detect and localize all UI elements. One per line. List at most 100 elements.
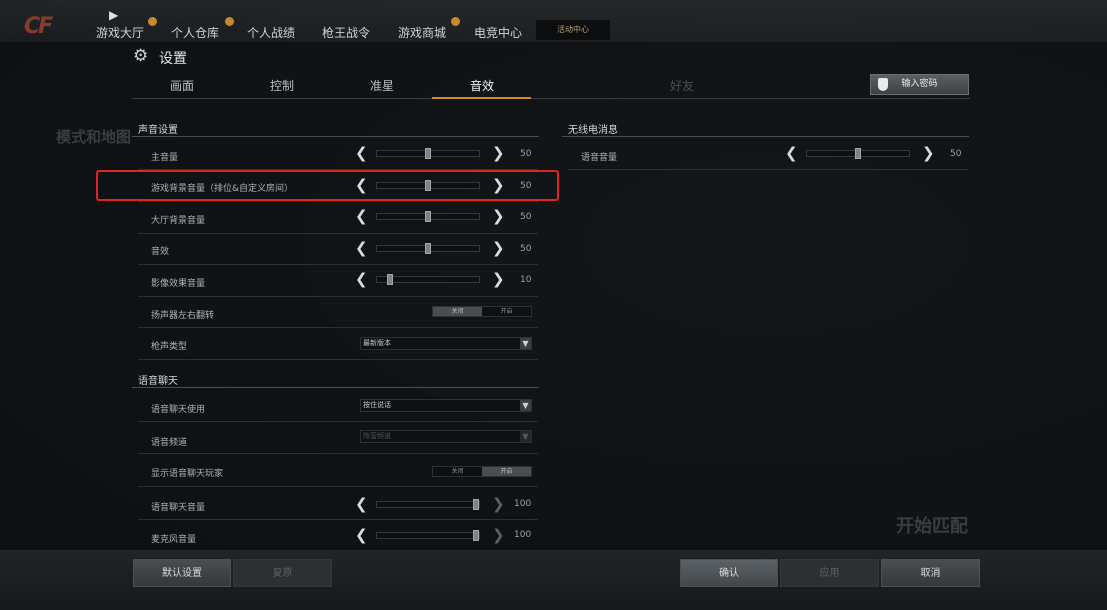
- gunshot-type-label: 枪声类型: [151, 342, 188, 352]
- settings-title: 设置: [159, 51, 187, 67]
- tab-sound[interactable]: 音效: [432, 77, 532, 94]
- gear-icon: ⚙: [133, 46, 149, 66]
- gunshot-type-value: 最新版本: [363, 339, 391, 347]
- mic-volume-decrease-icon[interactable]: ❮: [355, 528, 368, 543]
- tab-crosshair[interactable]: 准星: [332, 77, 432, 94]
- mic-volume-thumb[interactable]: [473, 530, 479, 541]
- row-divider: [138, 201, 538, 202]
- voice-chat-volume-thumb[interactable]: [473, 499, 479, 510]
- row-divider: [568, 169, 968, 170]
- row-divider: [138, 233, 538, 234]
- game-client: CF 游戏大厅 个人仓库 个人战绩 枪王战令 游戏商城 电竞中心 活动中心 ▶ …: [0, 0, 1107, 610]
- voice-chat-volume-increase-icon[interactable]: ❯: [492, 497, 505, 512]
- master-volume-slider[interactable]: [376, 148, 480, 159]
- settings-tabs: 画面 控制 准星 音效 好友: [132, 72, 970, 99]
- nav-inventory[interactable]: 个人仓库: [171, 24, 219, 41]
- nav-game-lobby[interactable]: 游戏大厅: [96, 24, 144, 41]
- section-sound-settings: 声音设置: [138, 125, 178, 136]
- enter-password-button[interactable]: 输入密码: [870, 74, 969, 95]
- sfx-volume-slider[interactable]: [376, 243, 480, 254]
- voice-usage-label: 语音聊天使用: [151, 405, 206, 415]
- row-divider: [138, 453, 538, 454]
- video-volume-slider[interactable]: [376, 274, 480, 285]
- lobby-bg-volume-decrease-icon[interactable]: ❮: [355, 209, 368, 224]
- sfx-volume-label: 音效: [151, 247, 170, 257]
- chevron-down-icon: ▼: [520, 400, 531, 411]
- sfx-volume-value: 50: [520, 244, 532, 254]
- bg-start-match: 开始匹配: [896, 516, 968, 537]
- enter-password-label: 输入密码: [901, 79, 938, 89]
- mic-volume-value: 100: [514, 530, 532, 540]
- row-divider: [138, 296, 538, 297]
- video-volume-thumb[interactable]: [387, 274, 393, 285]
- nav-badge: [451, 17, 460, 26]
- voice-channel-value: 阵营频道: [363, 432, 391, 440]
- row-divider: [138, 486, 538, 487]
- mic-volume-slider[interactable]: [376, 530, 480, 541]
- video-volume-decrease-icon[interactable]: ❮: [355, 272, 368, 287]
- master-volume-thumb[interactable]: [425, 148, 431, 159]
- shield-icon: [878, 78, 888, 91]
- nav-shop[interactable]: 游戏商城: [398, 24, 446, 41]
- voice-usage-select[interactable]: 按住说话 ▼: [360, 399, 532, 412]
- speaker-flip-on[interactable]: 开启: [482, 307, 531, 316]
- nav-esports[interactable]: 电竞中心: [474, 24, 522, 41]
- speaker-flip-off[interactable]: 关闭: [433, 307, 482, 316]
- nav-activity-center[interactable]: 活动中心: [536, 20, 610, 40]
- confirm-button[interactable]: 确认: [680, 559, 778, 587]
- voice-chat-volume-decrease-icon[interactable]: ❮: [355, 497, 368, 512]
- nav-battle-pass[interactable]: 枪王战令: [322, 24, 370, 41]
- show-voice-players-label: 显示语音聊天玩家: [151, 469, 224, 479]
- lobby-bg-volume-thumb[interactable]: [425, 211, 431, 222]
- voice-chat-volume-slider[interactable]: [376, 499, 480, 510]
- radio-voice-volume-thumb[interactable]: [855, 148, 861, 159]
- row-divider: [138, 327, 538, 328]
- radio-voice-volume-value: 50: [950, 149, 962, 159]
- video-volume-increase-icon[interactable]: ❯: [492, 272, 505, 287]
- lobby-bg-volume-slider[interactable]: [376, 211, 480, 222]
- radio-voice-volume-label: 语音音量: [581, 153, 618, 163]
- master-volume-decrease-icon[interactable]: ❮: [355, 146, 368, 161]
- nav-records[interactable]: 个人战绩: [247, 24, 295, 41]
- show-voice-players-toggle: 关闭 开启: [432, 466, 532, 477]
- voice-usage-value: 按住说话: [363, 401, 391, 409]
- row-divider: [138, 264, 538, 265]
- master-volume-label: 主音量: [151, 153, 179, 163]
- lobby-bg-volume-value: 50: [520, 212, 532, 222]
- mic-volume-increase-icon[interactable]: ❯: [492, 528, 505, 543]
- apply-button[interactable]: 应用: [780, 559, 879, 587]
- tab-controls[interactable]: 控制: [232, 77, 332, 94]
- cancel-button[interactable]: 取消: [881, 559, 980, 587]
- default-settings-button[interactable]: 默认设置: [133, 559, 231, 587]
- tab-friends[interactable]: 好友: [632, 77, 732, 94]
- tab-graphics[interactable]: 画面: [132, 77, 232, 94]
- section-voice-chat: 语音聊天: [138, 376, 178, 387]
- radio-voice-volume-decrease-icon[interactable]: ❮: [785, 146, 798, 161]
- voice-channel-select[interactable]: 阵营频道 ▼: [360, 430, 532, 443]
- section-divider: [562, 136, 969, 137]
- radio-voice-volume-slider[interactable]: [806, 148, 910, 159]
- show-voice-players-off[interactable]: 关闭: [433, 467, 482, 476]
- chevron-down-icon: ▼: [520, 338, 531, 349]
- sfx-volume-decrease-icon[interactable]: ❮: [355, 241, 368, 256]
- cf-logo: CF: [24, 14, 53, 39]
- voice-channel-label: 语音频道: [151, 438, 188, 448]
- section-radio-messages: 无线电消息: [568, 125, 618, 136]
- restore-button[interactable]: 复原: [233, 559, 332, 587]
- master-volume-value: 50: [520, 149, 532, 159]
- voice-chat-volume-label: 语音聊天音量: [151, 503, 206, 513]
- video-volume-value: 10: [520, 275, 532, 285]
- gunshot-type-select[interactable]: 最新版本 ▼: [360, 337, 532, 350]
- sfx-volume-increase-icon[interactable]: ❯: [492, 241, 505, 256]
- master-volume-increase-icon[interactable]: ❯: [492, 146, 505, 161]
- show-voice-players-on[interactable]: 开启: [482, 467, 531, 476]
- mouse-cursor-icon: ▶: [109, 8, 119, 22]
- section-divider: [132, 136, 539, 137]
- lobby-bg-volume-increase-icon[interactable]: ❯: [492, 209, 505, 224]
- active-tab-underline: [432, 97, 531, 99]
- sfx-volume-thumb[interactable]: [425, 243, 431, 254]
- lobby-bg-volume-label: 大厅背景音量: [151, 216, 206, 226]
- row-divider: [138, 421, 538, 422]
- radio-voice-volume-increase-icon[interactable]: ❯: [922, 146, 935, 161]
- mic-volume-label: 麦克风音量: [151, 535, 197, 545]
